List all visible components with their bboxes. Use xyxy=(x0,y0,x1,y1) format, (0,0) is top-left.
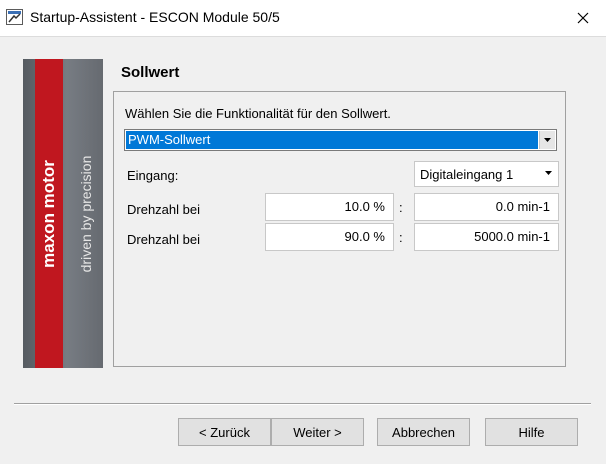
input-select[interactable]: Digitaleingang 1 xyxy=(414,161,559,187)
speed-row-1-label: Drehzahl bei xyxy=(127,202,200,217)
title-bar: Startup-Assistent - ESCON Module 50/5 xyxy=(0,0,606,37)
percent-field-1[interactable]: 10.0 % xyxy=(265,193,394,221)
functionality-dropdown-button[interactable] xyxy=(539,131,555,149)
app-icon xyxy=(6,9,23,25)
speed-row-2-label: Drehzahl bei xyxy=(127,232,200,247)
instruction-text: Wählen Sie die Funktionalität für den So… xyxy=(125,106,391,121)
close-icon xyxy=(577,12,589,24)
setpoint-panel: Wählen Sie die Funktionalität für den So… xyxy=(113,91,566,367)
brand-name: maxon motor xyxy=(39,160,58,268)
row-2-separator: : xyxy=(399,230,403,245)
input-label: Eingang: xyxy=(127,168,179,183)
maxon-banner: maxon motor driven by precision xyxy=(23,59,103,368)
page-title: Sollwert xyxy=(121,64,180,81)
chevron-down-icon xyxy=(544,138,551,142)
help-button[interactable]: Hilfe xyxy=(485,418,578,446)
functionality-select-value: PWM-Sollwert xyxy=(126,131,538,149)
functionality-select[interactable]: PWM-Sollwert xyxy=(124,129,557,151)
brand-tagline: driven by precision xyxy=(78,155,94,273)
back-button[interactable]: < Zurück xyxy=(178,418,271,446)
row-1-separator: : xyxy=(399,200,403,215)
next-button[interactable]: Weiter > xyxy=(271,418,364,446)
speed-field-1[interactable]: 0.0 min-1 xyxy=(414,193,559,221)
speed-field-2[interactable]: 5000.0 min-1 xyxy=(414,223,559,251)
footer-divider xyxy=(14,403,591,405)
percent-field-2[interactable]: 90.0 % xyxy=(265,223,394,251)
input-select-value: Digitaleingang 1 xyxy=(420,167,514,182)
wizard-body: maxon motor driven by precision Sollwert… xyxy=(0,37,606,464)
close-button[interactable] xyxy=(560,0,606,36)
cancel-button[interactable]: Abbrechen xyxy=(377,418,470,446)
window-title: Startup-Assistent - ESCON Module 50/5 xyxy=(30,9,280,25)
chevron-down-icon xyxy=(545,171,552,175)
